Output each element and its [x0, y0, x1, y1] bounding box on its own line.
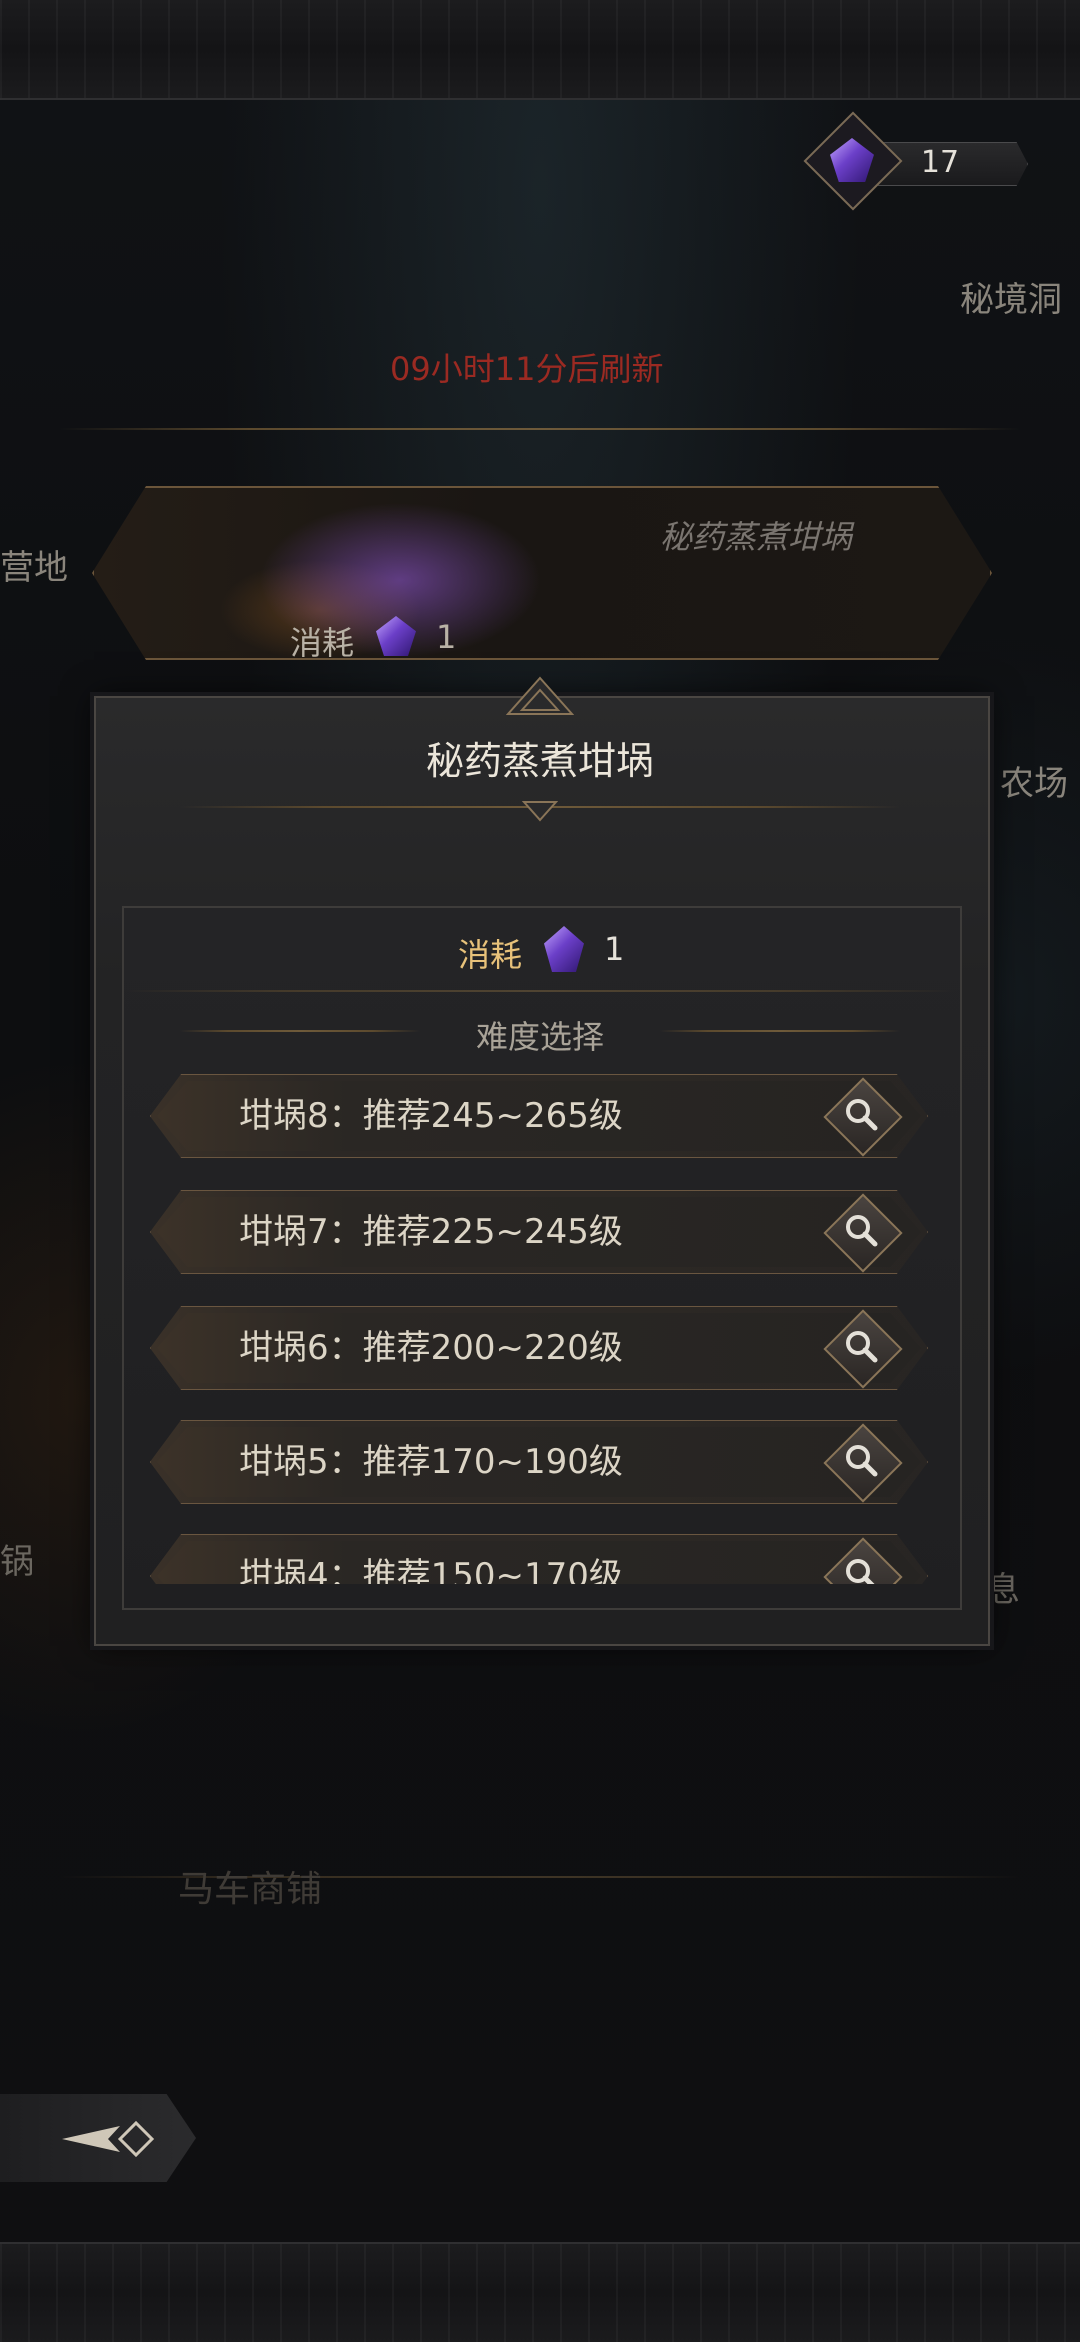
magnifier-icon [846, 1559, 878, 1584]
magnifier-button[interactable] [823, 1077, 903, 1157]
magnifier-icon [846, 1331, 878, 1363]
difficulty-row-8[interactable]: 坩埚8：推荐245~265级 [150, 1074, 928, 1158]
magnifier-button[interactable] [823, 1193, 903, 1273]
back-arrow-icon [62, 2120, 155, 2158]
difficulty-row-5[interactable]: 坩埚5：推荐170~190级 [150, 1420, 928, 1504]
magnifier-icon [846, 1215, 878, 1247]
difficulty-row-label: 坩埚7：推荐225~245级 [239, 1212, 623, 1252]
difficulty-row-label: 坩埚8：推荐245~265级 [239, 1096, 623, 1136]
difficulty-row-label: 坩埚4：推荐150~170级 [239, 1556, 623, 1584]
difficulty-row-7[interactable]: 坩埚7：推荐225~245级 [150, 1190, 928, 1274]
difficulty-row-label: 坩埚5：推荐170~190级 [239, 1442, 623, 1482]
difficulty-row-4[interactable]: 坩埚4：推荐150~170级 [150, 1534, 928, 1584]
magnifier-button[interactable] [823, 1309, 903, 1389]
carriage-shop-label[interactable]: 马车商铺 [178, 1860, 322, 1912]
magnifier-button[interactable] [823, 1423, 903, 1503]
magnifier-icon [846, 1099, 878, 1131]
difficulty-row-label: 坩埚6：推荐200~220级 [239, 1328, 623, 1368]
bottom-ornament-bar [0, 2242, 1080, 2342]
difficulty-row-6[interactable]: 坩埚6：推荐200~220级 [150, 1306, 928, 1390]
magnifier-button[interactable] [823, 1537, 903, 1584]
difficulty-list[interactable]: 坩埚8：推荐245~265级 坩埚7：推荐225~245级 坩埚6：推荐200~… [0, 0, 1080, 1584]
magnifier-icon [846, 1445, 878, 1477]
